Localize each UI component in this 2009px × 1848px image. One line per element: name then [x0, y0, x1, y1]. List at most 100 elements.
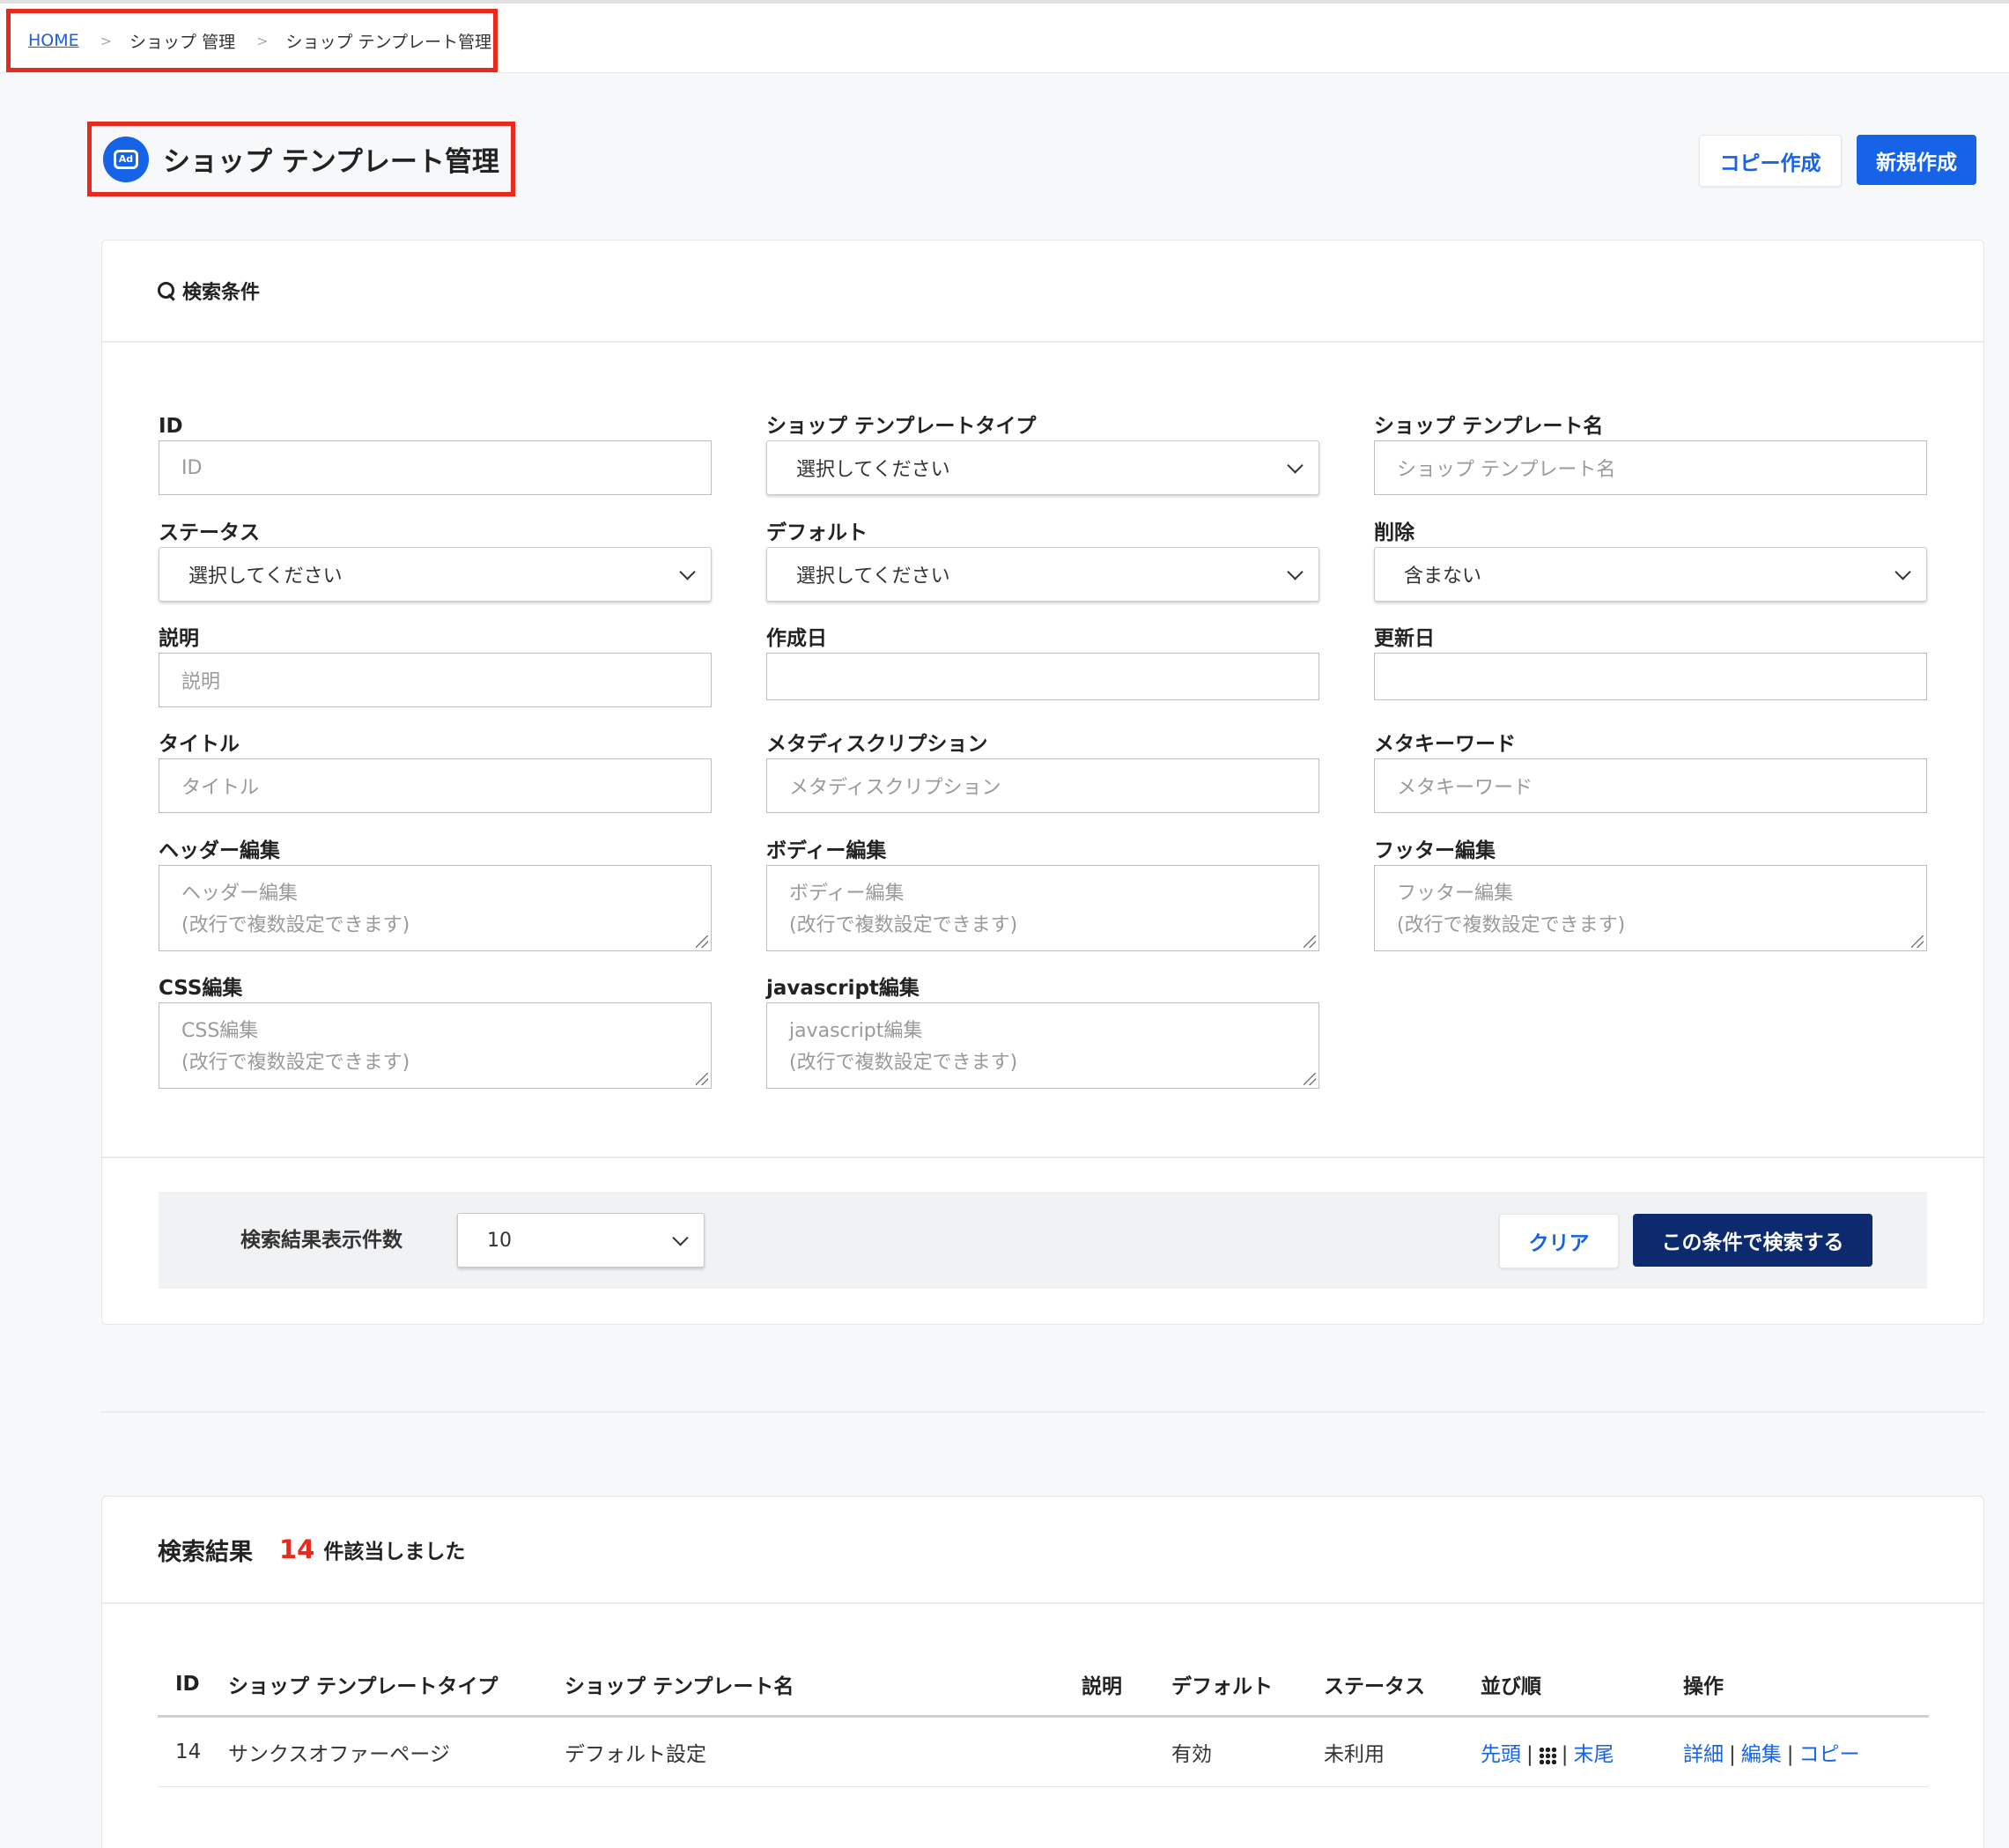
id-input[interactable]: ID — [159, 440, 712, 495]
updated-date-input[interactable] — [1374, 653, 1927, 700]
js-edit-textarea[interactable]: javascript編集 (改行で複数設定できます) — [766, 1002, 1319, 1089]
js-edit-placeholder-line1: javascript編集 — [789, 1020, 923, 1042]
move-last-link[interactable]: 末尾 — [1574, 1743, 1614, 1766]
results-count: 14 — [279, 1534, 315, 1564]
separator: | — [1526, 1743, 1533, 1766]
cell-actions: 詳細 | 編集 | コピー — [1683, 1716, 1929, 1787]
created-date-field-group: 作成日 — [766, 625, 1319, 700]
search-panel-divider — [102, 1157, 1983, 1158]
search-panel-header: 検索条件 — [102, 240, 1983, 343]
breadcrumb-shop-management[interactable]: ショップ 管理 — [129, 29, 235, 53]
template-type-select[interactable]: 選択してください — [766, 440, 1319, 495]
column-header-id[interactable]: ID — [158, 1653, 228, 1718]
title-field-group: タイトル タイトル — [159, 731, 712, 813]
title-input[interactable]: タイトル — [159, 758, 712, 813]
chevron-down-icon — [1287, 564, 1304, 580]
default-value: 選択してください — [796, 565, 950, 588]
copy-create-button[interactable]: コピー作成 — [1699, 135, 1842, 187]
new-create-button[interactable]: 新規作成 — [1857, 135, 1976, 185]
status-label: ステータス — [159, 521, 260, 544]
per-page-select[interactable]: 10 — [457, 1213, 705, 1268]
deleted-field-group: 削除 含まない — [1374, 520, 1927, 602]
resize-handle-icon[interactable] — [696, 935, 708, 948]
per-page-value: 10 — [487, 1229, 512, 1252]
header-edit-textarea[interactable]: ヘッダー編集 (改行で複数設定できます) — [159, 865, 712, 951]
default-field-group: デフォルト 選択してください — [766, 520, 1319, 602]
results-table: ID ショップ テンプレートタイプ ショップ テンプレート名 説明 デフォルト … — [158, 1653, 1929, 1787]
resize-handle-icon[interactable] — [1304, 935, 1316, 948]
breadcrumb-current: ショップ テンプレート管理 — [285, 32, 491, 52]
per-page-label: 検索結果表示件数 — [240, 1229, 403, 1252]
results-count-suffix: 件該当しました — [323, 1541, 466, 1563]
cell-name: デフォルト設定 — [565, 1716, 1082, 1787]
deleted-label: 削除 — [1374, 521, 1414, 544]
separator: | — [1786, 1743, 1794, 1766]
drag-grid-icon[interactable] — [1538, 1746, 1556, 1764]
cell-default: 有効 — [1171, 1716, 1324, 1787]
column-header-actions: 操作 — [1683, 1653, 1929, 1718]
css-edit-textarea[interactable]: CSS編集 (改行で複数設定できます) — [159, 1002, 712, 1089]
chevron-down-icon — [1287, 457, 1304, 474]
move-first-link[interactable]: 先頭 — [1481, 1743, 1521, 1766]
column-header-status[interactable]: ステータス — [1324, 1653, 1481, 1718]
chevron-down-icon — [672, 1230, 689, 1246]
meta-description-input[interactable]: メタディスクリプション — [766, 758, 1319, 813]
results-panel: 検索結果 14 件該当しました ID ショップ テンプレートタイプ ショップ テ… — [101, 1496, 1984, 1848]
deleted-select[interactable]: 含まない — [1374, 547, 1927, 602]
resize-handle-icon[interactable] — [1911, 935, 1924, 948]
body-edit-textarea[interactable]: ボディー編集 (改行で複数設定できます) — [766, 865, 1319, 951]
separator: | — [1561, 1743, 1569, 1766]
id-field-group: ID ID — [159, 413, 712, 495]
search-panel-title: 検索条件 — [182, 282, 261, 304]
template-name-field-group: ショップ テンプレート名 ショップ テンプレート名 — [1374, 413, 1927, 495]
cell-type: サンクスオファーページ — [228, 1716, 565, 1787]
chevron-down-icon — [1895, 564, 1911, 580]
column-header-description[interactable]: 説明 — [1082, 1653, 1171, 1718]
page-title: ショップ テンプレート管理 — [163, 146, 499, 178]
body-edit-label: ボディー編集 — [766, 839, 887, 862]
body-edit-placeholder-line2: (改行で複数設定できます) — [789, 914, 1018, 936]
description-field-group: 説明 説明 — [159, 625, 712, 707]
status-field-group: ステータス 選択してください — [159, 520, 712, 602]
template-type-value: 選択してください — [796, 459, 950, 481]
meta-keywords-input[interactable]: メタキーワード — [1374, 758, 1927, 813]
css-edit-placeholder-line1: CSS編集 — [181, 1020, 259, 1042]
column-header-order[interactable]: 並び順 — [1481, 1653, 1683, 1718]
js-edit-placeholder-line2: (改行で複数設定できます) — [789, 1052, 1018, 1074]
breadcrumb-home-link[interactable]: HOME — [28, 31, 79, 50]
default-select[interactable]: 選択してください — [766, 547, 1319, 602]
resize-handle-icon[interactable] — [696, 1073, 708, 1085]
top-bar: HOME > ショップ 管理 > ショップ テンプレート管理 — [0, 0, 2009, 73]
default-label: デフォルト — [766, 521, 868, 544]
breadcrumb-separator: > — [100, 32, 113, 49]
status-select[interactable]: 選択してください — [159, 547, 712, 602]
footer-edit-textarea[interactable]: フッター編集 (改行で複数設定できます) — [1374, 865, 1927, 951]
id-label: ID — [159, 415, 183, 438]
updated-date-label: 更新日 — [1374, 627, 1435, 650]
meta-keywords-field-group: メタキーワード メタキーワード — [1374, 731, 1927, 813]
created-date-input[interactable] — [766, 653, 1319, 700]
search-submit-button[interactable]: この条件で検索する — [1633, 1214, 1872, 1267]
column-header-name[interactable]: ショップ テンプレート名 — [565, 1653, 1082, 1718]
updated-date-field-group: 更新日 — [1374, 625, 1927, 700]
header-edit-placeholder-line2: (改行で複数設定できます) — [181, 914, 410, 936]
template-type-field-group: ショップ テンプレートタイプ 選択してください — [766, 413, 1319, 495]
header-edit-field-group: ヘッダー編集 ヘッダー編集 (改行で複数設定できます) — [159, 838, 712, 951]
ad-badge-text: Ad — [114, 149, 138, 169]
edit-link[interactable]: 編集 — [1741, 1743, 1782, 1766]
meta-description-field-group: メタディスクリプション メタディスクリプション — [766, 731, 1319, 813]
column-header-type[interactable]: ショップ テンプレートタイプ — [228, 1653, 565, 1718]
css-edit-label: CSS編集 — [159, 977, 243, 1000]
detail-link[interactable]: 詳細 — [1683, 1743, 1724, 1766]
resize-handle-icon[interactable] — [1304, 1073, 1316, 1085]
search-actions-bar: 検索結果表示件数 10 クリア この条件で検索する — [159, 1192, 1927, 1289]
results-title: 検索結果 — [158, 1538, 253, 1566]
body-edit-placeholder-line1: ボディー編集 — [789, 883, 905, 905]
copy-link[interactable]: コピー — [1799, 1743, 1860, 1766]
template-name-input[interactable]: ショップ テンプレート名 — [1374, 440, 1927, 495]
meta-description-label: メタディスクリプション — [766, 733, 988, 756]
description-input[interactable]: 説明 — [159, 653, 712, 707]
column-header-default[interactable]: デフォルト — [1171, 1653, 1324, 1718]
clear-button[interactable]: クリア — [1499, 1214, 1619, 1268]
chevron-down-icon — [679, 564, 696, 580]
